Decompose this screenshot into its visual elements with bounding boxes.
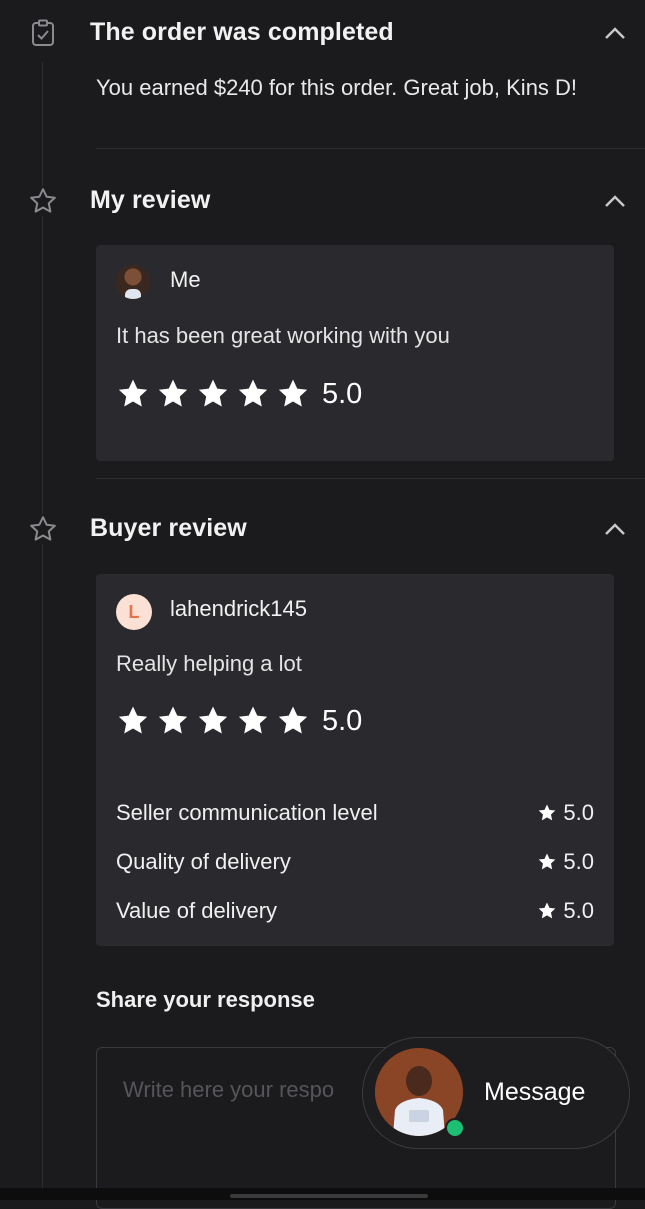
timeline-line <box>42 62 43 1192</box>
star-filled-icon <box>118 706 148 734</box>
metric-label: Value of delivery <box>116 898 278 923</box>
reviewer-name: Me <box>170 267 201 292</box>
star-filled-icon <box>238 706 268 734</box>
collapse-buyer-review-button[interactable] <box>600 519 630 539</box>
my-review-card: Me It has been great working with you 5.… <box>96 245 614 461</box>
star-outline-icon <box>28 186 58 216</box>
avatar <box>116 265 150 299</box>
avatar: L <box>116 594 152 630</box>
star-filled-icon <box>539 902 556 919</box>
review-text: It has been great working with you <box>116 323 450 348</box>
buyer-review-title: Buyer review <box>90 514 247 542</box>
metric-label: Quality of delivery <box>116 849 291 874</box>
star-filled-icon <box>118 379 148 407</box>
review-text: Really helping a lot <box>116 651 302 676</box>
metric-score: 5.0 <box>537 898 594 924</box>
metric-label: Seller communication level <box>116 800 378 825</box>
star-filled-icon <box>539 804 556 821</box>
rating-stars: 5.0 <box>116 377 362 411</box>
chevron-up-icon <box>605 27 625 39</box>
star-filled-icon <box>198 706 228 734</box>
message-label: Message <box>484 1078 586 1106</box>
star-filled-icon <box>158 379 188 407</box>
star-filled-icon <box>278 379 308 407</box>
metric-score: 5.0 <box>537 800 594 826</box>
share-response-title: Share your response <box>96 987 315 1012</box>
star-filled-icon <box>238 379 268 407</box>
star-filled-icon <box>198 379 228 407</box>
collapse-order-button[interactable] <box>600 23 630 43</box>
earnings-message: You earned $240 for this order. Great jo… <box>96 75 578 100</box>
home-indicator[interactable] <box>230 1194 428 1198</box>
buyer-review-card: L lahendrick145 Really helping a lot 5.0… <box>96 574 614 946</box>
clipboard-check-icon <box>28 18 58 48</box>
metric-row-quality: Quality of delivery 5.0 <box>116 847 594 877</box>
star-outline-icon <box>28 514 58 544</box>
metric-score-value: 5.0 <box>563 800 594 825</box>
rating-value: 5.0 <box>322 704 363 737</box>
order-completed-title: The order was completed <box>90 18 394 46</box>
chevron-up-icon <box>605 523 625 535</box>
metric-score: 5.0 <box>537 849 594 875</box>
metric-score-value: 5.0 <box>563 849 594 874</box>
message-button[interactable]: Message <box>362 1037 630 1149</box>
chevron-up-icon <box>605 195 625 207</box>
reviewer-name: lahendrick145 <box>170 596 307 621</box>
rating-value: 5.0 <box>322 377 363 410</box>
system-bottom-bar <box>0 1188 645 1200</box>
collapse-my-review-button[interactable] <box>600 191 630 211</box>
divider <box>96 478 645 479</box>
my-review-title: My review <box>90 186 211 214</box>
rating-stars: 5.0 <box>116 704 362 738</box>
divider <box>96 148 645 149</box>
metric-row-value: Value of delivery 5.0 <box>116 896 594 926</box>
star-filled-icon <box>539 853 556 870</box>
star-filled-icon <box>158 706 188 734</box>
metric-score-value: 5.0 <box>563 898 594 923</box>
online-status-indicator <box>445 1118 465 1138</box>
metric-row-communication: Seller communication level 5.0 <box>116 798 594 828</box>
star-filled-icon <box>278 706 308 734</box>
response-input[interactable] <box>121 1076 385 1104</box>
